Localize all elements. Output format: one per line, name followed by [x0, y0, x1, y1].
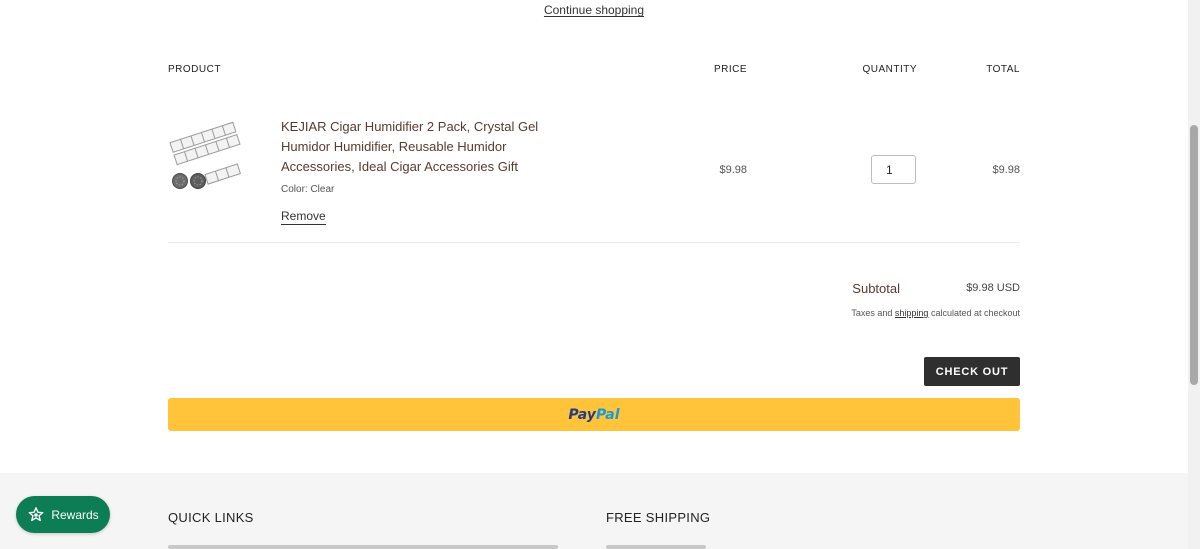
- footer-text-cutoff: [606, 545, 706, 549]
- footer-quick-links-heading: QUICK LINKS: [168, 510, 254, 525]
- tax-note: Taxes and shipping calculated at checkou…: [700, 308, 1020, 318]
- product-title[interactable]: KEJIAR Cigar Humidifier 2 Pack, Crystal …: [281, 117, 551, 177]
- rewards-button[interactable]: Rewards: [16, 496, 110, 533]
- header-total: TOTAL: [986, 64, 1020, 75]
- checkout-button[interactable]: CHECK OUT: [924, 357, 1020, 386]
- paypal-logo-part1: Pay: [568, 406, 596, 423]
- header-product: PRODUCT: [168, 64, 221, 75]
- shipping-link[interactable]: shipping: [895, 308, 929, 318]
- footer-text-cutoff: [168, 545, 558, 549]
- header-quantity: QUANTITY: [862, 64, 917, 75]
- cart-divider: [168, 242, 1020, 243]
- product-thumbnail[interactable]: [168, 113, 246, 193]
- footer: QUICK LINKS FREE SHIPPING: [0, 473, 1188, 549]
- continue-shopping-row: Continue shopping: [0, 3, 1188, 17]
- continue-shopping-link[interactable]: Continue shopping: [544, 3, 644, 17]
- header-price: PRICE: [713, 64, 747, 75]
- item-total: $9.98: [992, 164, 1020, 176]
- subtotal-value: $9.98 USD: [966, 282, 1020, 294]
- quantity-input[interactable]: [871, 155, 916, 184]
- footer-free-shipping-heading: FREE SHIPPING: [606, 510, 711, 525]
- scrollbar-thumb[interactable]: [1190, 125, 1198, 385]
- item-price: $9.98: [719, 164, 747, 176]
- product-variant: Color: Clear: [281, 184, 335, 195]
- subtotal-label: Subtotal: [852, 281, 900, 296]
- rewards-label: Rewards: [51, 507, 99, 522]
- paypal-logo-part2: Pal: [595, 406, 620, 423]
- tax-note-suffix: calculated at checkout: [928, 308, 1020, 318]
- remove-item-link[interactable]: Remove: [281, 209, 326, 225]
- tax-note-prefix: Taxes and: [851, 308, 895, 318]
- star-badge-icon: [28, 506, 44, 521]
- paypal-button[interactable]: Pay Pal: [168, 398, 1020, 431]
